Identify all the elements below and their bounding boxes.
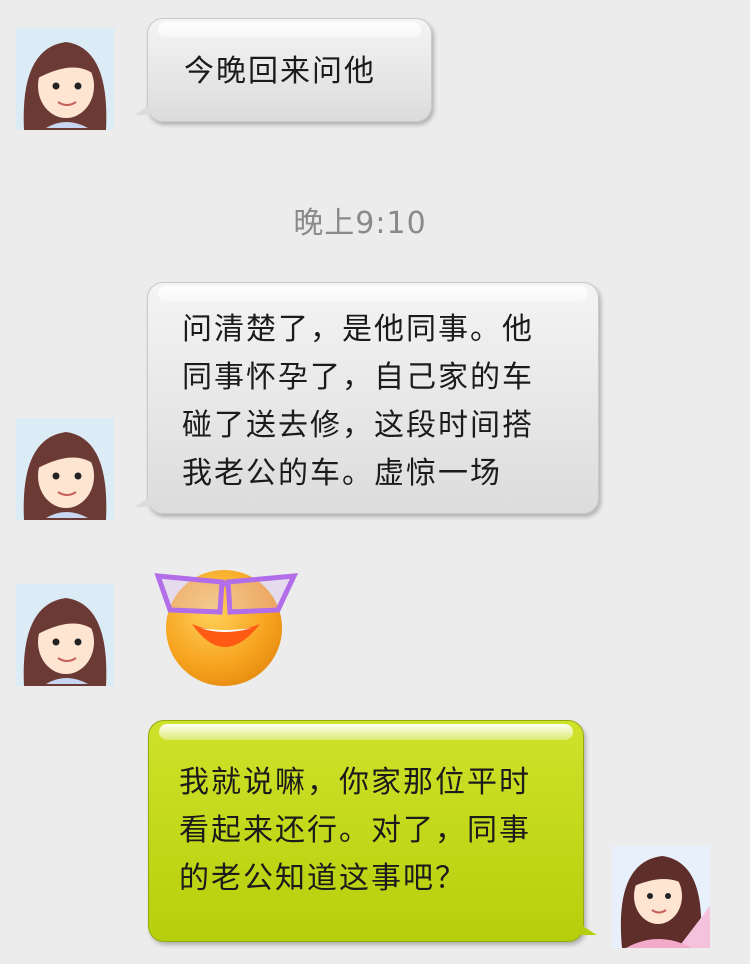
message-text: 问清楚了，是他同事。他 同事怀孕了，自己家的车 碰了送去修，这段时间搭 我老公的… xyxy=(182,312,534,491)
message-text: 今晚回来问他 xyxy=(184,54,376,89)
message-bubble[interactable]: 问清楚了，是他同事。他 同事怀孕了，自己家的车 碰了送去修，这段时间搭 我老公的… xyxy=(134,282,599,514)
my-avatar[interactable] xyxy=(612,846,710,948)
message-text: 我就说嘛，你家那位平时 看起来还行。对了，同事 的老公知道这事吧？ xyxy=(179,765,531,896)
avatar[interactable] xyxy=(16,28,114,130)
message-bubble[interactable]: 我就说嘛，你家那位平时 看起来还行。对了，同事 的老公知道这事吧？ xyxy=(148,720,597,942)
bubble-tail xyxy=(134,497,150,507)
avatar[interactable] xyxy=(16,584,114,686)
timestamp: 晚上9:10 xyxy=(293,206,427,241)
message-bubble[interactable]: 今晚回来问他 xyxy=(134,18,432,122)
laughing-face-sunglasses-icon[interactable] xyxy=(150,562,298,690)
bubble-tail xyxy=(134,105,150,115)
bubble-tail xyxy=(581,925,597,935)
avatar[interactable] xyxy=(16,418,114,520)
bubble-shine xyxy=(158,22,421,38)
bubble-shine xyxy=(158,286,588,302)
bubble-shine xyxy=(159,724,573,740)
